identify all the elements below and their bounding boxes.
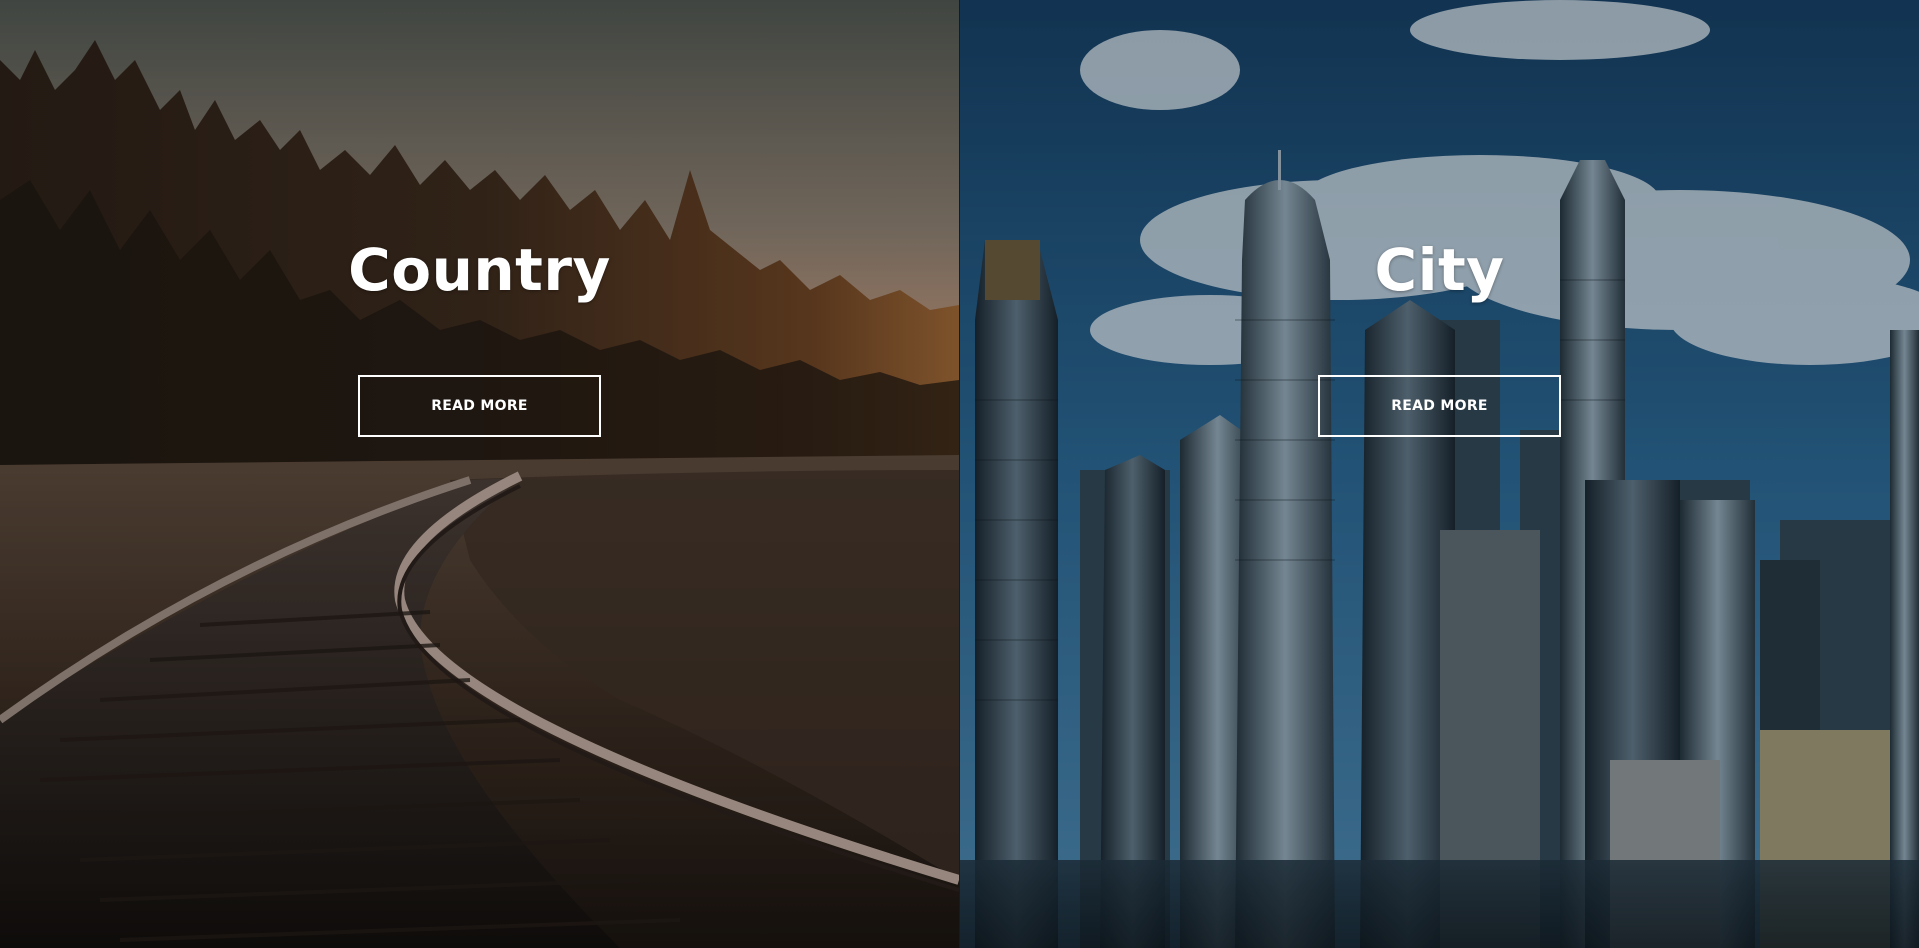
split-hero: Country READ MORE City READ MORE	[0, 0, 1919, 948]
country-content: Country READ MORE	[0, 230, 959, 437]
city-read-more-button[interactable]: READ MORE	[1318, 375, 1561, 437]
country-read-more-button[interactable]: READ MORE	[358, 375, 601, 437]
city-content: City READ MORE	[960, 230, 1919, 437]
country-title: Country	[348, 236, 611, 304]
city-dim-overlay	[960, 0, 1919, 948]
country-dim-overlay	[0, 0, 959, 948]
city-title: City	[1374, 236, 1505, 304]
city-panel[interactable]: City READ MORE	[960, 0, 1919, 948]
country-panel[interactable]: Country READ MORE	[0, 0, 959, 948]
